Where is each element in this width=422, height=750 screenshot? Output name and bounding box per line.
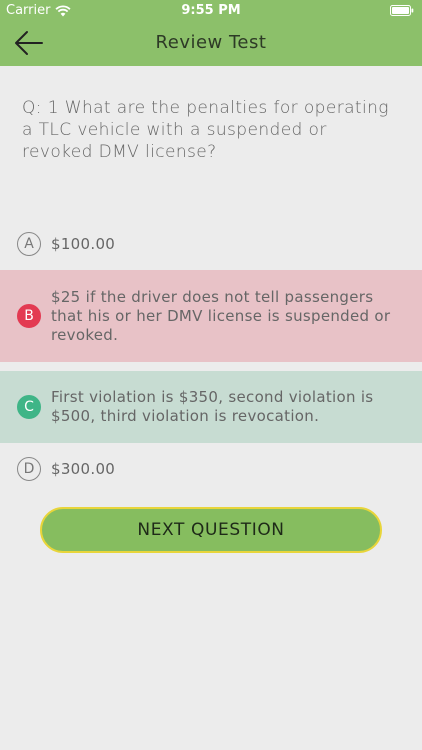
option-text: $300.00 [51, 459, 116, 478]
app-header: Carrier 9:55 PM Review Test [0, 0, 422, 66]
option-letter-badge: C [17, 395, 41, 419]
answer-option-c[interactable]: C First violation is $350, second violat… [0, 371, 422, 443]
battery-icon [390, 5, 414, 16]
option-text: $25 if the driver does not tell passenge… [51, 287, 391, 344]
status-bar: Carrier 9:55 PM [0, 0, 422, 22]
option-letter-badge: A [17, 232, 41, 256]
page-title: Review Test [155, 32, 267, 53]
nav-bar: Review Test [0, 22, 422, 66]
answer-option-a[interactable]: A $100.00 [0, 231, 422, 257]
back-arrow-icon [15, 31, 43, 55]
option-letter-badge: D [17, 457, 41, 481]
answer-option-d[interactable]: D $300.00 [0, 456, 422, 482]
answer-option-b[interactable]: B $25 if the driver does not tell passen… [0, 270, 422, 362]
back-button[interactable] [12, 28, 46, 58]
option-text: $100.00 [51, 234, 116, 253]
question-text: Q: 1 What are the penalties for operatin… [22, 98, 389, 162]
next-question-button[interactable]: NEXT QUESTION [40, 507, 382, 553]
option-letter-badge: B [17, 304, 41, 328]
option-text: First violation is $350, second violatio… [51, 388, 374, 425]
status-time: 9:55 PM [181, 3, 241, 18]
